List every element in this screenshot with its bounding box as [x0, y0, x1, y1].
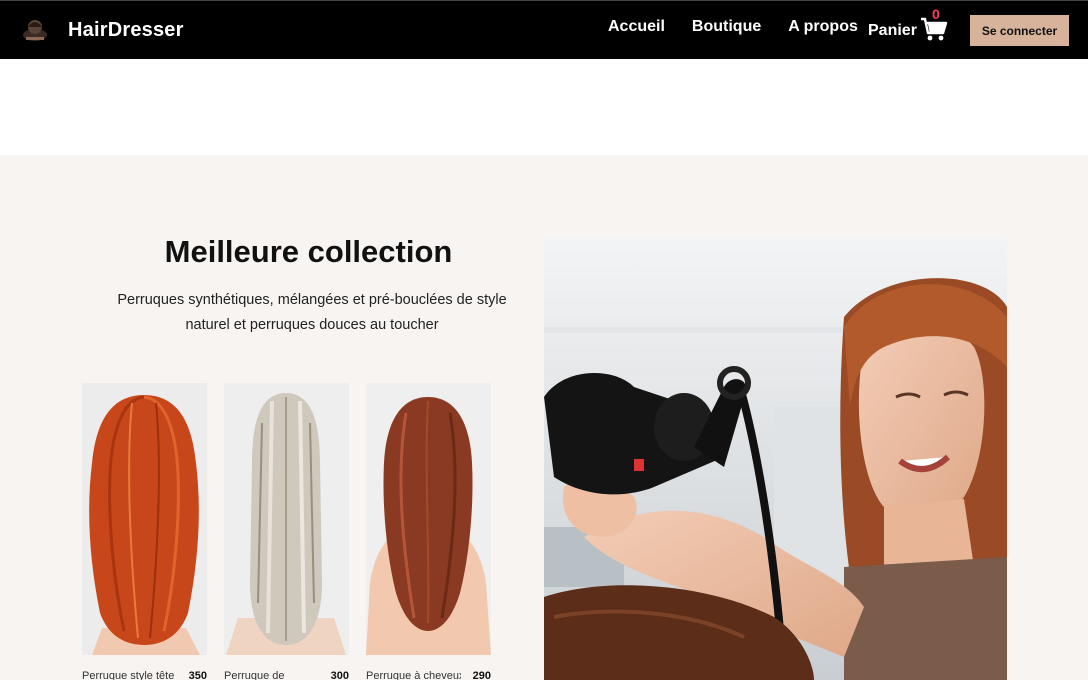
product-price: 290: [472, 670, 491, 680]
product-price: 300: [330, 670, 349, 680]
nav-link-boutique[interactable]: Boutique: [692, 18, 761, 36]
section-subtitle: Perruques synthétiques, mélangées et pré…: [117, 292, 507, 333]
cart-link[interactable]: Panier 0: [868, 6, 949, 43]
product-list: Perruque style tête 350 Perruque de 300 …: [82, 383, 491, 680]
product-card[interactable]: Perruque style tête 350: [82, 383, 207, 680]
product-meta: Perruque style tête 350: [82, 670, 207, 680]
product-card[interactable]: Perruque de 300: [224, 383, 349, 680]
nav-link-accueil[interactable]: Accueil: [608, 18, 665, 36]
collection-section: Meilleure collection Perruques synthétiq…: [0, 155, 1088, 680]
product-name[interactable]: Perruque de: [224, 670, 319, 680]
product-image[interactable]: [366, 383, 491, 655]
section-title: Meilleure collection: [164, 234, 453, 269]
cart-count-badge: 0: [932, 6, 940, 22]
product-card[interactable]: Perruque à cheveux 290: [366, 383, 491, 680]
nav-links: Accueil Boutique A propos: [608, 1, 885, 60]
brand-name: HairDresser: [68, 18, 184, 41]
navbar: HairDresser Accueil Boutique A propos Pa…: [0, 0, 1088, 59]
product-name[interactable]: Perruque style tête: [82, 670, 177, 680]
product-meta: Perruque de 300: [224, 670, 349, 680]
product-image[interactable]: [224, 383, 349, 655]
product-price: 350: [188, 670, 207, 680]
salon-logo-icon: [20, 15, 50, 45]
product-meta: Perruque à cheveux 290: [366, 670, 491, 680]
nav-link-a-propos[interactable]: A propos: [788, 18, 858, 36]
hero-photo: [544, 237, 1007, 680]
login-button[interactable]: Se connecter: [970, 15, 1069, 46]
product-name[interactable]: Perruque à cheveux: [366, 670, 461, 680]
brand[interactable]: HairDresser: [20, 1, 184, 59]
product-image[interactable]: [82, 383, 207, 655]
cart-label: Panier: [868, 22, 917, 39]
